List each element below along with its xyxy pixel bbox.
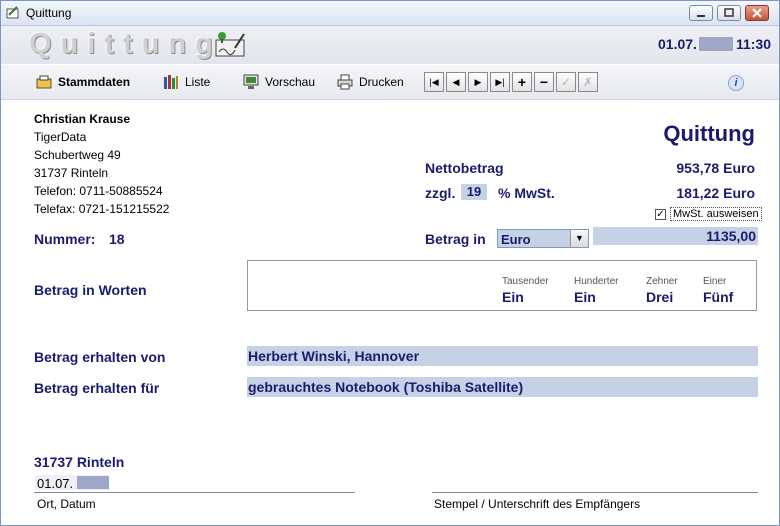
sender-city: 31737 Rinteln (34, 166, 109, 180)
header-banner: Quittung 01.07. 11:30 (1, 26, 779, 64)
books-icon (164, 75, 178, 89)
footer-place: 31737 Rinteln (34, 454, 125, 470)
cancel-edit-button[interactable]: ✗ (578, 72, 598, 92)
vorschau-label: Vorschau (265, 75, 316, 89)
next-record-button[interactable]: ▶ (468, 72, 488, 92)
currency-selected: Euro (501, 232, 531, 247)
currency-select[interactable]: Euro ▼ (497, 229, 589, 248)
close-icon (752, 8, 762, 18)
sender-company: TigerData (34, 130, 87, 144)
redacted-year (77, 476, 109, 489)
sender-fax: Telefax: 0721-151215522 (34, 202, 170, 216)
amount-input[interactable]: 1135,00 (593, 227, 758, 245)
maximize-button[interactable] (717, 5, 741, 21)
title-bar: Quittung (1, 1, 779, 26)
amount-words-box: Tausender Ein Hunderter Ein Zehner Drei … (247, 260, 757, 311)
place-date-line (34, 492, 355, 493)
toolbar: Stammdaten Liste Vorschau Drucken |◀ ◀ ▶… (1, 65, 779, 100)
amount-in-label: Betrag in (425, 231, 486, 247)
words-value: Fünf (703, 289, 734, 305)
drucken-label: Drucken (359, 75, 404, 89)
words-value: Ein (502, 289, 524, 305)
sender-address: Christian Krause TigerData Schubertweg 4… (34, 110, 169, 218)
liste-button[interactable]: Liste (163, 74, 210, 90)
number-label: Nummer: (34, 231, 96, 247)
vorschau-button[interactable]: Vorschau (243, 74, 315, 90)
close-button[interactable] (745, 5, 769, 21)
received-for-input[interactable]: gebrauchtes Notebook (Toshiba Satellite) (247, 377, 758, 397)
words-value: Drei (646, 289, 674, 305)
logo-text: Quittung (29, 28, 222, 60)
delete-record-button[interactable]: − (534, 72, 554, 92)
words-tens: Zehner Drei (646, 276, 678, 305)
info-icon[interactable]: i (728, 75, 744, 91)
sender-phone: Telefon: 0711-50885524 (34, 184, 163, 198)
stammdaten-button[interactable]: Stammdaten (36, 74, 130, 90)
footer-date: 01.07. (37, 476, 74, 491)
amount-words-label: Betrag in Worten (34, 282, 147, 298)
words-thousands: Tausender Ein (502, 276, 549, 305)
printer-icon (337, 74, 353, 90)
vat-rate-input[interactable]: 19 (461, 184, 487, 200)
vat-amount-value: 181,22 Euro (676, 185, 755, 201)
cashbox-icon (36, 75, 52, 89)
vat-suffix-label: % MwSt. (498, 185, 555, 201)
words-unit: Einer (703, 276, 727, 287)
minimize-icon (697, 15, 705, 17)
receipt-signature-icon (215, 32, 245, 57)
minimize-button[interactable] (689, 5, 713, 21)
words-unit: Hunderter (574, 276, 619, 287)
show-vat-label[interactable]: MwSt. ausweisen (670, 207, 762, 221)
receipt-title: Quittung (663, 121, 755, 146)
drucken-button[interactable]: Drucken (337, 74, 404, 90)
app-window: Quittung Quittung 01.07. 11:30 Stammdaten (0, 0, 780, 526)
monitor-icon (243, 74, 259, 89)
chevron-down-icon[interactable]: ▼ (570, 230, 588, 247)
words-unit: Tausender (502, 276, 549, 287)
words-ones: Einer Fünf (703, 276, 733, 305)
add-record-button[interactable]: + (512, 72, 532, 92)
signature-caption: Stempel / Unterschrift des Empfängers (434, 497, 641, 511)
first-record-button[interactable]: |◀ (424, 72, 444, 92)
signature-line (432, 492, 758, 493)
words-value: Ein (574, 289, 596, 305)
number-value: 18 (109, 231, 125, 247)
net-amount-value: 953,78 Euro (676, 160, 755, 176)
previous-record-button[interactable]: ◀ (446, 72, 466, 92)
header-time: 11:30 (735, 36, 771, 52)
received-from-label: Betrag erhalten von (34, 349, 166, 365)
place-date-caption: Ort, Datum (37, 497, 96, 511)
redacted-year (698, 37, 733, 51)
receipt-form: Christian Krause TigerData Schubertweg 4… (1, 100, 779, 525)
liste-label: Liste (185, 75, 211, 89)
save-record-button[interactable]: ✓ (556, 72, 576, 92)
show-vat-checkbox[interactable]: ✓ (655, 209, 666, 220)
stammdaten-label: Stammdaten (58, 75, 131, 89)
received-for-label: Betrag erhalten für (34, 380, 160, 396)
window-title: Quittung (26, 6, 72, 20)
app-icon (6, 6, 19, 19)
record-navigator: |◀ ◀ ▶ ▶| + − ✓ ✗ (424, 72, 600, 92)
received-from-input[interactable]: Herbert Winski, Hannover (247, 346, 758, 366)
last-record-button[interactable]: ▶| (490, 72, 510, 92)
maximize-icon (724, 8, 734, 17)
words-unit: Zehner (646, 276, 678, 287)
sender-name: Christian Krause (34, 112, 131, 126)
words-hundreds: Hunderter Ein (574, 276, 618, 305)
vat-prefix-label: zzgl. (425, 185, 456, 201)
header-datetime: 01.07. 11:30 (658, 36, 771, 52)
sender-street: Schubertweg 49 (34, 148, 121, 162)
net-amount-label: Nettobetrag (425, 160, 504, 176)
footer-date-field[interactable]: 01.07. (35, 475, 109, 491)
header-date: 01.07. (658, 36, 697, 52)
